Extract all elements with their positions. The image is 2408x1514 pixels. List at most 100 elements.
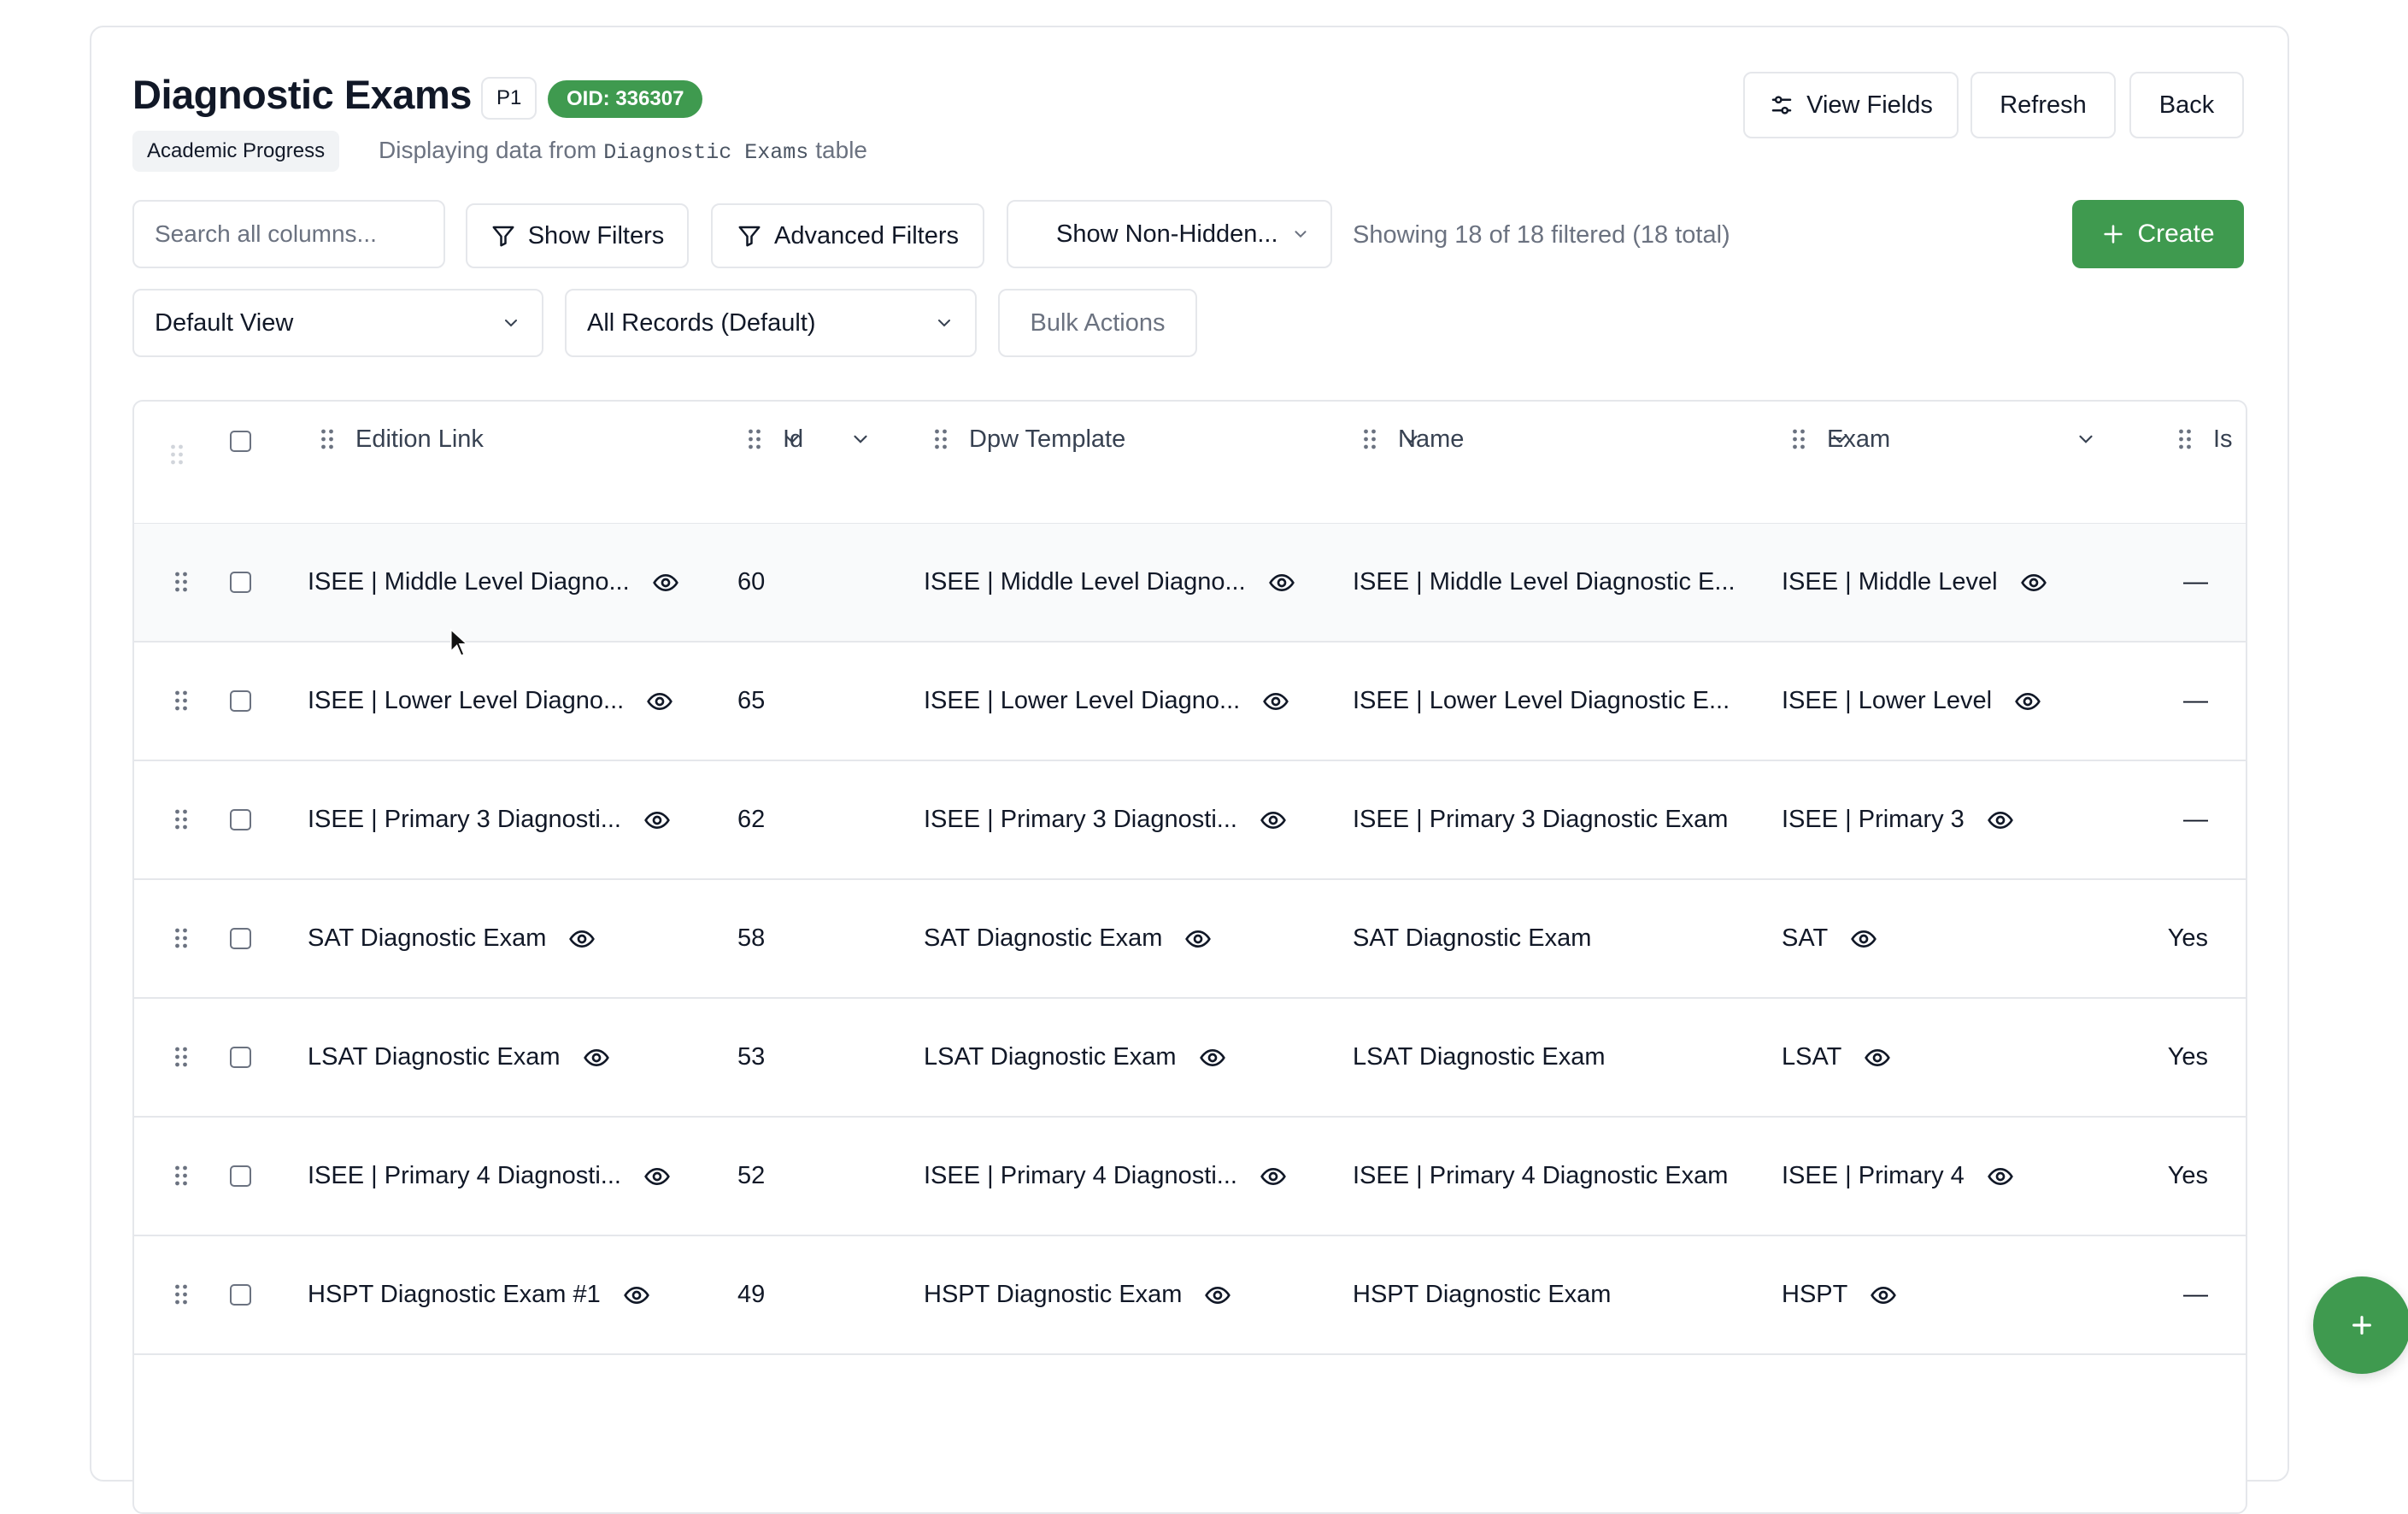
cell-dpw-template: SAT Diagnostic Exam [924, 880, 1212, 997]
dpw-template-text[interactable]: ISEE | Primary 4 Diagnosti... [924, 1162, 1237, 1190]
row-checkbox[interactable] [230, 809, 251, 830]
table-row[interactable]: SAT Diagnostic Exam 58 SAT Diagnostic Exam… [134, 880, 2246, 999]
visibility-select[interactable]: Show Non-Hidden... [1007, 200, 1332, 268]
edition-link-text[interactable]: LSAT Diagnostic Exam [308, 1043, 561, 1071]
drag-handle-icon[interactable] [173, 1282, 189, 1311]
drag-handle-icon[interactable] [173, 807, 189, 836]
eye-icon[interactable] [1260, 1163, 1287, 1190]
view-fields-button[interactable]: View Fields [1743, 72, 1959, 138]
dpw-template-text[interactable]: ISEE | Middle Level Diagno... [924, 568, 1246, 596]
exam-text[interactable]: ISEE | Primary 4 [1782, 1162, 1965, 1190]
eye-icon[interactable] [1850, 925, 1877, 953]
edition-link-text[interactable]: HSPT Diagnostic Exam #1 [308, 1281, 601, 1309]
eye-icon[interactable] [1987, 807, 2014, 834]
eye-icon[interactable] [583, 1044, 610, 1071]
drag-handle-icon[interactable] [933, 427, 949, 451]
eye-icon[interactable] [1204, 1282, 1231, 1309]
table-row[interactable]: ISEE | Middle Level Diagno... 60 ISEE | Mi… [134, 524, 2246, 643]
cell-exam: ISEE | Middle Level [1782, 524, 2047, 641]
table-row[interactable]: HSPT Diagnostic Exam #1 49 HSPT Diagnostic… [134, 1236, 2246, 1355]
eye-icon[interactable] [568, 925, 596, 953]
dpw-template-text[interactable]: ISEE | Lower Level Diagno... [924, 687, 1240, 715]
drag-handle-icon[interactable] [320, 427, 335, 451]
drag-handle-icon[interactable] [747, 427, 762, 451]
exam-text[interactable]: ISEE | Lower Level [1782, 687, 1992, 715]
eye-icon[interactable] [1262, 688, 1289, 715]
exam-text[interactable]: ISEE | Primary 3 [1782, 806, 1965, 834]
search-input[interactable] [132, 200, 445, 268]
drag-handle-icon[interactable] [169, 443, 185, 467]
eye-icon[interactable] [2020, 569, 2047, 596]
cell-exam: LSAT [1782, 999, 1891, 1116]
row-checkbox[interactable] [230, 572, 251, 593]
eye-icon[interactable] [643, 1163, 671, 1190]
row-checkbox[interactable] [230, 1284, 251, 1306]
records-select[interactable]: All Records (Default) [565, 289, 977, 357]
table-row[interactable]: ISEE | Primary 4 Diagnosti... 52 ISEE | Pr… [134, 1118, 2246, 1236]
bulk-actions-button[interactable]: Bulk Actions [998, 289, 1197, 357]
edition-link-text[interactable]: ISEE | Primary 4 Diagnosti... [308, 1162, 621, 1190]
drag-handle-icon[interactable] [173, 570, 189, 598]
select-all-checkbox[interactable] [230, 431, 251, 452]
eye-icon[interactable] [2014, 688, 2041, 715]
page-subtitle: Displaying data from Diagnostic Exams tabl… [379, 137, 867, 165]
create-button[interactable]: Create [2072, 200, 2244, 268]
floating-add-button[interactable] [2313, 1276, 2408, 1374]
table-row[interactable]: ISEE | Lower Level Diagno... 65 ISEE | Low… [134, 643, 2246, 761]
edition-link-text[interactable]: ISEE | Lower Level Diagno... [308, 687, 624, 715]
back-button[interactable]: Back [2129, 72, 2244, 138]
exam-text[interactable]: HSPT [1782, 1281, 1847, 1309]
drag-handle-icon[interactable] [1362, 427, 1377, 451]
column-header-edition-link[interactable]: Edition Link [320, 414, 815, 465]
row-checkbox[interactable] [230, 1047, 251, 1068]
eye-icon[interactable] [652, 569, 679, 596]
eye-icon[interactable] [1268, 569, 1295, 596]
row-checkbox[interactable] [230, 690, 251, 712]
drag-handle-icon[interactable] [2177, 427, 2193, 451]
cell-exam: ISEE | Primary 3 [1782, 761, 2014, 878]
eye-icon[interactable] [1864, 1044, 1891, 1071]
column-header-name[interactable]: Name [1362, 414, 1858, 465]
edition-link-text[interactable]: SAT Diagnostic Exam [308, 924, 546, 953]
column-header-is[interactable]: Is [2177, 414, 2246, 465]
dpw-template-text[interactable]: SAT Diagnostic Exam [924, 924, 1162, 953]
exam-text[interactable]: ISEE | Middle Level [1782, 568, 1998, 596]
eye-icon[interactable] [623, 1282, 650, 1309]
chevron-down-icon[interactable] [849, 428, 872, 450]
eye-icon[interactable] [1199, 1044, 1226, 1071]
dpw-template-text[interactable]: HSPT Diagnostic Exam [924, 1281, 1182, 1309]
drag-handle-icon[interactable] [173, 1045, 189, 1073]
cell-id: 62 [737, 806, 766, 833]
plus-icon [2104, 225, 2123, 244]
exam-text[interactable]: LSAT [1782, 1043, 1841, 1071]
edition-link-text[interactable]: ISEE | Primary 3 Diagnosti... [308, 806, 621, 834]
eye-icon[interactable] [1260, 807, 1287, 834]
sliders-icon [1771, 96, 1792, 114]
dpw-template-text[interactable]: LSAT Diagnostic Exam [924, 1043, 1177, 1071]
drag-handle-icon[interactable] [173, 926, 189, 954]
show-filters-button[interactable]: Show Filters [466, 203, 689, 268]
dpw-template-text[interactable]: ISEE | Primary 3 Diagnosti... [924, 806, 1237, 834]
advanced-filters-button[interactable]: Advanced Filters [711, 203, 984, 268]
view-select[interactable]: Default View [132, 289, 543, 357]
eye-icon[interactable] [646, 688, 673, 715]
drag-handle-icon[interactable] [173, 689, 189, 717]
row-checkbox[interactable] [230, 928, 251, 949]
cell-edition-link: HSPT Diagnostic Exam #1 [308, 1236, 650, 1353]
edition-link-text[interactable]: ISEE | Middle Level Diagno... [308, 568, 630, 596]
cell-exam: SAT [1782, 880, 1877, 997]
drag-handle-icon[interactable] [1791, 427, 1806, 451]
eye-icon[interactable] [1870, 1282, 1897, 1309]
chevron-down-icon [938, 320, 950, 327]
chevron-down-icon[interactable] [2075, 428, 2097, 450]
row-checkbox[interactable] [230, 1165, 251, 1187]
eye-icon[interactable] [1184, 925, 1212, 953]
exam-text[interactable]: SAT [1782, 924, 1828, 953]
drag-handle-icon[interactable] [173, 1164, 189, 1192]
column-header-dpw-template[interactable]: Dpw Template [933, 414, 1429, 465]
table-row[interactable]: ISEE | Primary 3 Diagnosti... 62 ISEE | Pr… [134, 761, 2246, 880]
eye-icon[interactable] [643, 807, 671, 834]
table-row[interactable]: LSAT Diagnostic Exam 53 LSAT Diagnostic Ex… [134, 999, 2246, 1118]
refresh-button[interactable]: Refresh [1970, 72, 2116, 138]
eye-icon[interactable] [1987, 1163, 2014, 1190]
